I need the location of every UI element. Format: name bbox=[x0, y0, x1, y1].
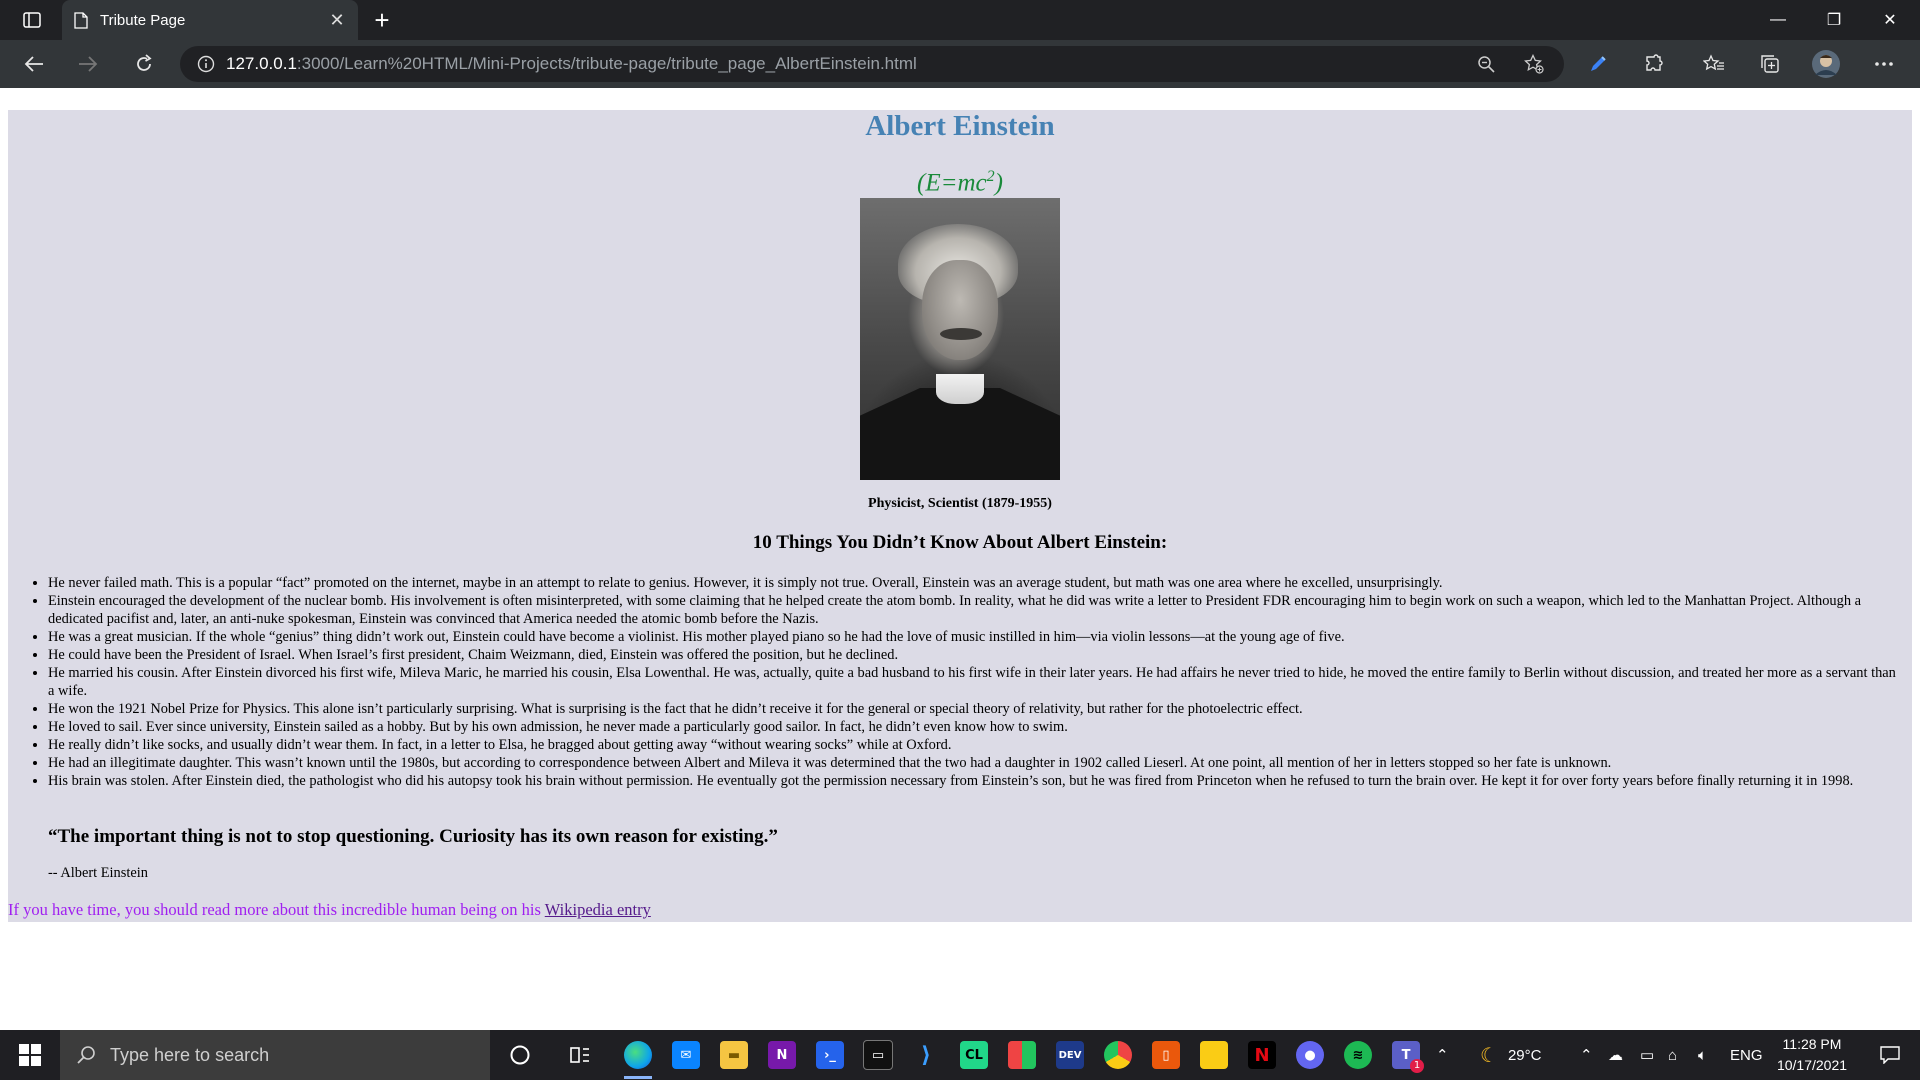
profile-avatar[interactable] bbox=[1808, 48, 1844, 80]
temperature: 29°C bbox=[1507, 1046, 1542, 1064]
formula-close: ) bbox=[994, 169, 1003, 197]
image-caption: Physicist, Scientist (1879-1955) bbox=[868, 496, 1052, 511]
url-text: 127.0.0.1:3000/Learn%20HTML/Mini-Project… bbox=[226, 54, 917, 74]
start-button[interactable] bbox=[0, 1030, 60, 1080]
formula-exponent: 2 bbox=[986, 168, 995, 185]
add-favorite-icon[interactable] bbox=[1518, 48, 1550, 80]
windows-taskbar: Type here to search ✉ ▬ N ›_ ▭ ⟩ CL DEV … bbox=[0, 1030, 1920, 1080]
terminal-icon[interactable]: ▭ bbox=[858, 1035, 898, 1075]
list-item: Einstein encouraged the development of t… bbox=[48, 592, 1898, 628]
colorful-app-icon[interactable] bbox=[1002, 1035, 1042, 1075]
forward-button[interactable] bbox=[70, 48, 106, 80]
extensions-icon[interactable] bbox=[1636, 48, 1672, 80]
restore-button[interactable]: ❐ bbox=[1806, 0, 1862, 40]
language-indicator[interactable]: ENG bbox=[1730, 1030, 1763, 1080]
pen-icon[interactable] bbox=[1580, 48, 1616, 80]
list-item: He really didn’t like socks, and usually… bbox=[48, 736, 1898, 754]
back-button[interactable] bbox=[16, 48, 52, 80]
office-icon[interactable]: ▯ bbox=[1146, 1035, 1186, 1075]
more-options-icon[interactable] bbox=[1866, 48, 1902, 80]
clock-date: 10/17/2021 bbox=[1776, 1057, 1848, 1073]
address-bar[interactable]: 127.0.0.1:3000/Learn%20HTML/Mini-Project… bbox=[180, 46, 1564, 82]
volume-icon[interactable]: 🔈︎ bbox=[1698, 1030, 1707, 1080]
vscode-icon[interactable]: ⟩ bbox=[906, 1035, 946, 1075]
formula: (E=mc2) bbox=[8, 168, 1912, 197]
search-icon bbox=[76, 1045, 96, 1065]
edge-icon[interactable] bbox=[618, 1035, 658, 1079]
mail-icon[interactable]: ✉ bbox=[666, 1035, 706, 1075]
spotify-icon[interactable]: ≋ bbox=[1338, 1035, 1378, 1075]
show-hidden-icons[interactable]: ⌃ bbox=[1580, 1030, 1593, 1080]
browser-tab-bar: Tribute Page ✕ + — ❐ ✕ bbox=[0, 0, 1920, 40]
file-explorer-icon[interactable]: ▬ bbox=[714, 1035, 754, 1075]
tab-title: Tribute Page bbox=[100, 11, 186, 29]
netflix-icon[interactable]: N bbox=[1242, 1035, 1282, 1075]
browser-toolbar: 127.0.0.1:3000/Learn%20HTML/Mini-Project… bbox=[0, 40, 1920, 88]
teams-icon[interactable]: T1 bbox=[1386, 1035, 1426, 1075]
page-viewport: Albert Einstein (E=mc2) Physicist, Scien… bbox=[0, 88, 1920, 1030]
wikipedia-link[interactable]: Wikipedia entry bbox=[545, 900, 651, 919]
dev-icon[interactable]: DEV bbox=[1050, 1035, 1090, 1075]
quote: “The important thing is not to stop ques… bbox=[48, 826, 778, 847]
search-placeholder: Type here to search bbox=[110, 1044, 270, 1065]
url-host: 127.0.0.1 bbox=[226, 54, 297, 73]
messenger-icon[interactable]: ● bbox=[1290, 1035, 1330, 1075]
facts-heading: 10 Things You Didn’t Know About Albert E… bbox=[752, 532, 1168, 553]
powershell-icon[interactable]: ›_ bbox=[810, 1035, 850, 1075]
formula-text: (E=mc bbox=[917, 169, 987, 197]
footer-text: If you have time, you should read more a… bbox=[8, 900, 651, 920]
collections-icon[interactable] bbox=[1752, 48, 1788, 80]
chrome-icon[interactable] bbox=[1098, 1035, 1138, 1075]
list-item: He loved to sail. Ever since university,… bbox=[48, 718, 1898, 736]
browser-tab[interactable]: Tribute Page ✕ bbox=[62, 0, 358, 40]
list-item: He was a great musician. If the whole “g… bbox=[48, 628, 1898, 646]
tribute-main: Albert Einstein (E=mc2) Physicist, Scien… bbox=[8, 110, 1912, 922]
close-window-button[interactable]: ✕ bbox=[1862, 0, 1918, 40]
weather-icon: ☾ bbox=[1480, 1044, 1498, 1067]
new-tab-button[interactable]: + bbox=[366, 4, 398, 36]
notifications-icon[interactable] bbox=[1870, 1030, 1910, 1080]
system-clock[interactable]: 11:28 PM 10/17/2021 bbox=[1760, 1034, 1864, 1076]
einstein-portrait-image bbox=[860, 198, 1060, 480]
sticky-notes-icon[interactable] bbox=[1194, 1035, 1234, 1075]
cortana-icon[interactable] bbox=[500, 1035, 540, 1075]
page-icon bbox=[74, 11, 88, 29]
onedrive-icon[interactable]: ☁ bbox=[1608, 1030, 1623, 1080]
list-item: He could have been the President of Isra… bbox=[48, 646, 1898, 664]
list-item: His brain was stolen. After Einstein die… bbox=[48, 772, 1898, 790]
list-item: He never failed math. This is a popular … bbox=[48, 574, 1898, 592]
onenote-icon[interactable]: N bbox=[762, 1035, 802, 1075]
list-item: He won the 1921 Nobel Prize for Physics.… bbox=[48, 700, 1898, 718]
page-title: Albert Einstein bbox=[865, 110, 1055, 142]
network-icon[interactable]: ⌂ bbox=[1668, 1030, 1677, 1080]
facts-list: He never failed math. This is a popular … bbox=[8, 574, 1898, 790]
taskbar-search-box[interactable]: Type here to search bbox=[60, 1030, 490, 1080]
taskbar-scroll-icon[interactable]: ⌃ bbox=[1436, 1030, 1449, 1080]
task-view-icon[interactable] bbox=[560, 1035, 600, 1075]
favorites-icon[interactable] bbox=[1696, 48, 1732, 80]
battery-icon[interactable]: ▭ bbox=[1640, 1030, 1654, 1080]
clock-time: 11:28 PM bbox=[1782, 1036, 1842, 1052]
footer-sentence: If you have time, you should read more a… bbox=[8, 900, 545, 919]
minimize-button[interactable]: — bbox=[1750, 0, 1806, 40]
url-path: :3000/Learn%20HTML/Mini-Projects/tribute… bbox=[296, 54, 917, 73]
list-item: He had an illegitimate daughter. This wa… bbox=[48, 754, 1898, 772]
clion-icon[interactable]: CL bbox=[954, 1035, 994, 1075]
site-info-icon[interactable] bbox=[186, 55, 226, 73]
zoom-icon[interactable] bbox=[1470, 48, 1502, 80]
close-tab-icon[interactable]: ✕ bbox=[322, 10, 352, 31]
weather-widget[interactable]: ☾ 29°C bbox=[1480, 1030, 1541, 1080]
tab-actions-icon[interactable] bbox=[14, 6, 50, 34]
quote-attribution: -- Albert Einstein bbox=[48, 865, 148, 881]
list-item: He married his cousin. After Einstein di… bbox=[48, 664, 1898, 700]
refresh-button[interactable] bbox=[126, 48, 162, 80]
teams-badge: 1 bbox=[1410, 1059, 1424, 1073]
